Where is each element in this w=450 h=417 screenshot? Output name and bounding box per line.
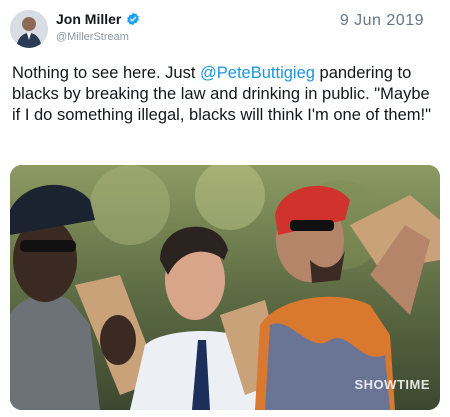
photo-icon — [10, 165, 440, 410]
tweet-media-photo[interactable]: SHOWTIME — [10, 165, 440, 410]
author-handle[interactable]: @MillerStream — [56, 31, 129, 43]
name-row: Jon Miller — [56, 11, 140, 27]
author-display-name[interactable]: Jon Miller — [56, 11, 121, 27]
tweet-text-before: Nothing to see here. Just — [12, 64, 201, 82]
showtime-watermark: SHOWTIME — [354, 377, 430, 392]
tweet-text: Nothing to see here. Just @PeteButtigieg… — [12, 63, 440, 126]
avatar-photo-icon — [10, 10, 48, 48]
verified-badge-icon — [126, 12, 140, 26]
tweet-card: Jon Miller @MillerStream 9 Jun 2019 Noth… — [0, 0, 450, 417]
mention-link[interactable]: @PeteButtigieg — [200, 64, 315, 82]
author-avatar[interactable] — [10, 10, 48, 48]
tweet-date: 9 Jun 2019 — [339, 12, 424, 29]
